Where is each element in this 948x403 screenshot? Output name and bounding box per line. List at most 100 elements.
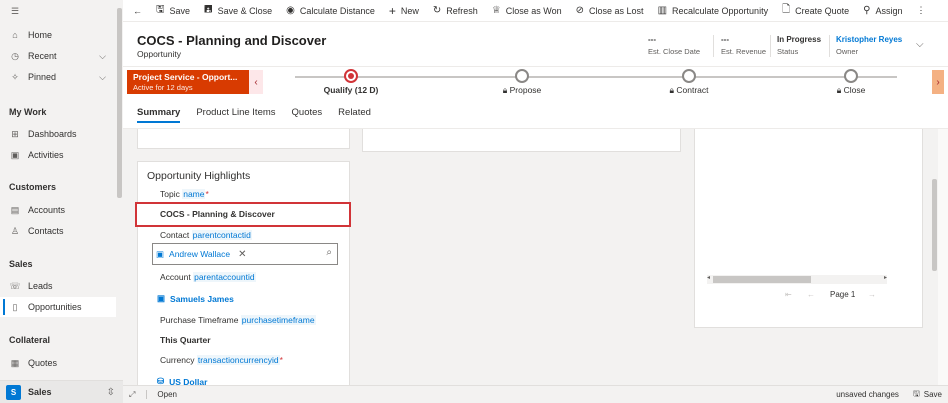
remove-contact-icon[interactable]: ✕	[238, 249, 246, 260]
currency-link[interactable]: ⛁ US Dollar	[157, 376, 207, 385]
owner-link[interactable]: Kristopher Reyes	[836, 35, 902, 44]
new-button[interactable]: + New	[382, 0, 426, 22]
chevron-down-icon: ⌵	[99, 71, 106, 82]
chevron-right-icon: ›	[936, 76, 940, 88]
scroll-left-icon[interactable]: ◂	[707, 274, 710, 281]
sidebar-item-activities[interactable]: ▣ Activities	[0, 145, 116, 165]
scrollbar-thumb[interactable]	[932, 179, 937, 271]
stage-qualify[interactable]: Qualify (12 D)	[296, 69, 406, 95]
required-indicator: *	[205, 189, 209, 199]
currency-link-label: US Dollar	[169, 376, 208, 386]
sidebar-item-opportunities[interactable]: ▯ Opportunities	[0, 297, 116, 317]
status-save-button[interactable]: 🖫 Save	[913, 388, 942, 402]
sidebar-group-my-work: My Work	[9, 107, 47, 117]
more-icon: ⋮	[916, 5, 926, 15]
sidebar-item-label: Leads	[28, 281, 53, 291]
contact-tag[interactable]: ▣ Andrew Wallace	[156, 249, 230, 260]
contact-lookup-field[interactable]: ▣ Andrew Wallace ✕ ⌕	[152, 243, 338, 265]
hamburger-menu-button[interactable]: ☰	[0, 1, 116, 21]
sidebar-item-accounts[interactable]: ▤ Accounts	[0, 200, 116, 220]
close-as-lost-button[interactable]: ⊘ Close as Lost	[569, 0, 651, 22]
search-icon[interactable]: ⌕	[326, 247, 332, 258]
assign-label: Assign	[875, 5, 903, 16]
previous-page-button[interactable]: ←	[807, 290, 815, 299]
stage-contract[interactable]: 🔒︎ Contract	[634, 69, 744, 96]
previous-stage-button[interactable]: ‹	[249, 70, 263, 94]
more-commands-button[interactable]: ⋮	[910, 0, 933, 22]
stage-circle	[682, 69, 696, 83]
contact-label: Contact parentcontactid	[160, 230, 252, 240]
sidebar-scrollbar[interactable]	[116, 0, 123, 385]
quote-icon: ▦	[10, 357, 20, 368]
document-add-icon: 🗋	[782, 4, 791, 15]
refresh-icon: ↻	[432, 5, 442, 16]
close-as-won-label: Close as Won	[505, 5, 562, 16]
refresh-button[interactable]: ↻ Refresh	[426, 0, 485, 22]
header-field-revenue: --- Est. Revenue	[721, 35, 766, 56]
close-date-value: ---	[648, 35, 656, 44]
timeframe-value[interactable]: This Quarter	[160, 335, 211, 345]
header-divider	[770, 35, 771, 57]
page-number: Page 1	[830, 290, 856, 299]
trophy-icon: ♕	[491, 5, 501, 16]
sidebar-item-contacts[interactable]: ♙ Contacts	[0, 221, 116, 241]
close-as-lost-label: Close as Lost	[589, 5, 644, 16]
first-page-button[interactable]: ⇤	[785, 290, 792, 299]
process-flag[interactable]: Project Service - Opport... Active for 1…	[127, 70, 249, 94]
globe-icon: ◉	[286, 5, 295, 16]
sidebar-item-quotes[interactable]: ▦ Quotes	[0, 353, 116, 373]
stage-circle	[844, 69, 858, 83]
close-date-label: Est. Close Date	[648, 47, 701, 56]
dashboard-icon: ⊞	[11, 128, 19, 139]
sidebar-item-home[interactable]: ⌂ Home	[0, 25, 116, 45]
calculate-distance-label: Calculate Distance	[299, 5, 375, 16]
create-quote-button[interactable]: 🗋 Create Quote	[775, 0, 856, 22]
save-button[interactable]: 🖫 Save	[149, 0, 197, 22]
chevron-left-icon: ‹	[254, 76, 258, 88]
required-indicator: *	[279, 355, 283, 365]
tab-summary[interactable]: Summary	[137, 96, 181, 129]
stage-propose[interactable]: 🔒︎ Propose	[467, 69, 577, 96]
section-card	[137, 129, 350, 149]
scroll-right-icon[interactable]: ▸	[884, 274, 887, 281]
sidebar-item-recent[interactable]: ◷ Recent ⌵	[0, 46, 116, 66]
area-switcher[interactable]: S Sales ⇳	[0, 380, 123, 403]
subgrid-horizontal-scrollbar[interactable]: ◂ ▸	[707, 275, 887, 284]
save-close-button[interactable]: 🖪 Save & Close	[197, 0, 279, 22]
plus-icon: +	[388, 3, 396, 18]
sidebar-item-label: Accounts	[28, 205, 66, 215]
sidebar-item-leads[interactable]: ☏ Leads	[0, 276, 116, 296]
form-vertical-scrollbar[interactable]	[931, 129, 938, 385]
record-status: Open	[146, 390, 177, 399]
stage-label: 🔒︎ Close	[836, 85, 866, 95]
sidebar-item-dashboards[interactable]: ⊞ Dashboards	[0, 124, 116, 144]
next-page-button[interactable]: →	[868, 290, 876, 299]
assign-button[interactable]: ⚲ Assign	[856, 0, 909, 22]
account-link[interactable]: ▣ Samuels James	[157, 293, 234, 304]
form-tabs: Summary Product Line Items Quotes Relate…	[123, 96, 948, 129]
recalculate-opportunity-button[interactable]: ▥ Recalculate Opportunity	[651, 0, 776, 22]
sidebar-item-pinned[interactable]: ✧ Pinned ⌵	[0, 67, 116, 87]
topic-field-value[interactable]: COCS - Planning & Discover	[160, 209, 275, 219]
area-label: Sales	[28, 387, 52, 397]
header-field-close-date: --- Est. Close Date	[648, 35, 700, 56]
tab-quotes[interactable]: Quotes	[292, 96, 323, 129]
tab-product-line-items[interactable]: Product Line Items	[196, 96, 275, 129]
prohibited-icon: ⊘	[575, 5, 585, 16]
stage-label: Qualify (12 D)	[323, 85, 379, 95]
expand-icon[interactable]: ⤢	[129, 390, 135, 400]
header-expand-chevron-icon[interactable]: ⌵	[916, 39, 924, 50]
stage-active-circle	[344, 69, 358, 83]
back-button[interactable]: ←	[123, 0, 149, 22]
tab-related[interactable]: Related	[338, 96, 371, 129]
scrollbar-thumb[interactable]	[713, 276, 811, 283]
scrollbar-thumb[interactable]	[117, 8, 122, 198]
sidebar-group-collateral: Collateral	[9, 335, 51, 345]
stage-close[interactable]: 🔒︎ Close	[796, 69, 906, 96]
next-stage-button[interactable]: ›	[932, 70, 944, 94]
assign-icon: ⚲	[863, 5, 871, 16]
calculate-distance-button[interactable]: ◉ Calculate Distance	[279, 0, 382, 22]
create-quote-label: Create Quote	[795, 5, 850, 16]
close-as-won-button[interactable]: ♕ Close as Won	[485, 0, 569, 22]
status-value: In Progress	[777, 35, 822, 44]
